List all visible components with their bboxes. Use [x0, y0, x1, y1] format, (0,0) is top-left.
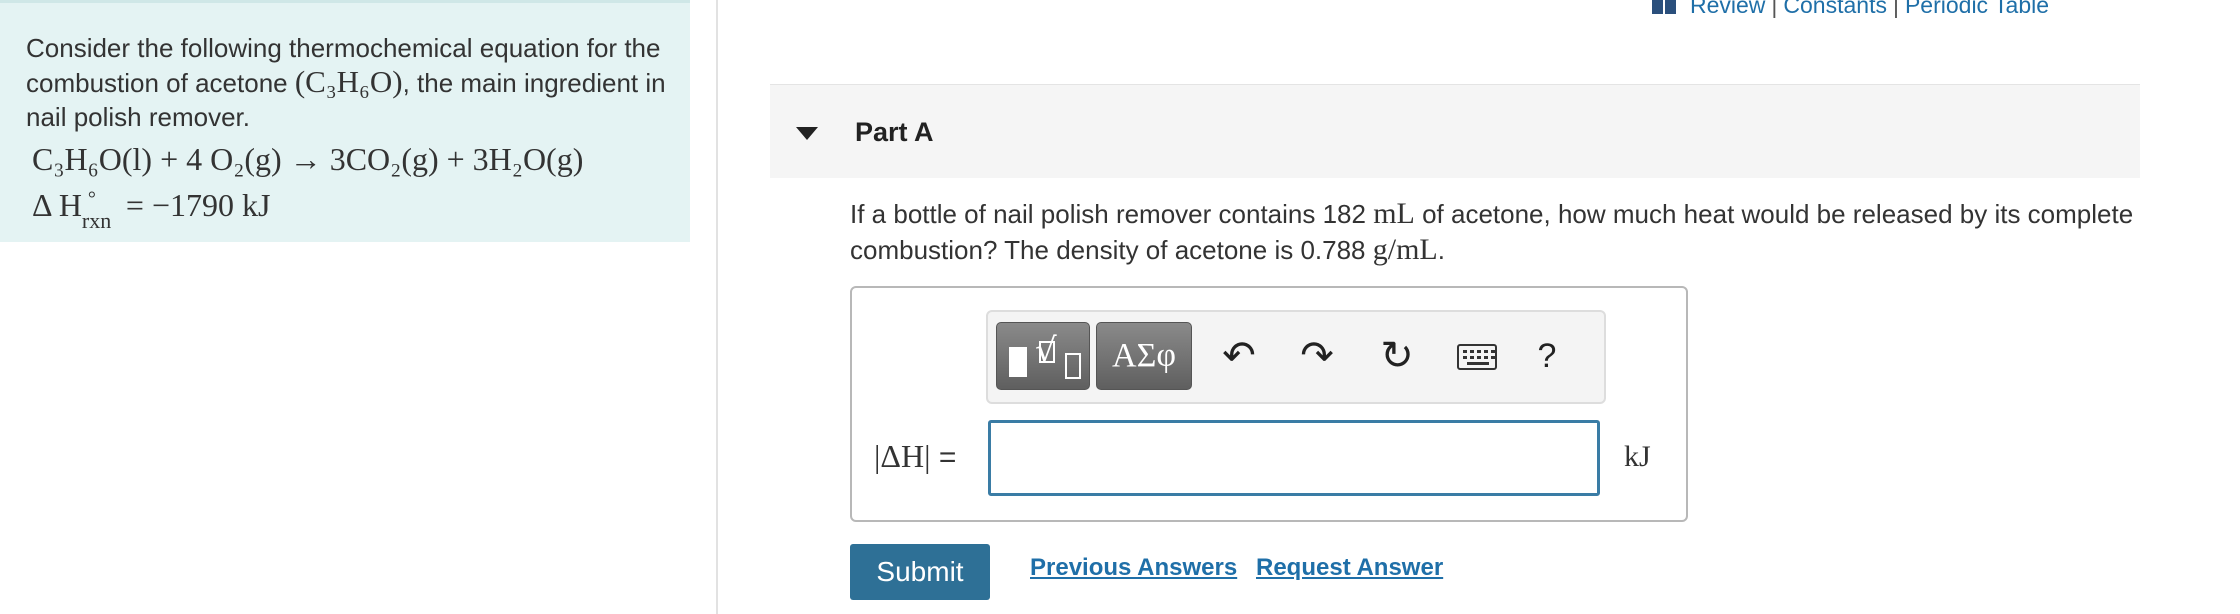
- submit-button[interactable]: Submit: [850, 544, 990, 600]
- delta-h-symbol: |ΔH|: [874, 438, 931, 474]
- reactant-acetone: C₃H₆O(l): [32, 141, 153, 177]
- equals-sign: =: [930, 441, 957, 474]
- reaction-enthalpy: Δ H ° rxn = −1790 kJ: [26, 184, 664, 233]
- enthalpy-symbol: Δ H: [32, 187, 82, 223]
- previous-answers-link[interactable]: Previous Answers: [1030, 554, 1237, 582]
- product-co2: 3CO₂(g): [329, 141, 439, 177]
- product-water: 3H₂O(g): [472, 141, 584, 177]
- answer-input[interactable]: [988, 420, 1600, 496]
- undo-icon[interactable]: ↶: [1212, 326, 1266, 386]
- reaction-arrow: →: [281, 141, 330, 177]
- rxn-subscript: rxn: [81, 208, 112, 233]
- link-separator: |: [1771, 0, 1778, 18]
- part-title: Part A: [855, 117, 934, 147]
- link-separator: |: [1892, 0, 1899, 18]
- redo-icon[interactable]: ↷: [1290, 326, 1344, 386]
- plus-sign: +: [438, 141, 473, 177]
- density-unit: g/mL: [1372, 233, 1438, 266]
- math-toolbar: √ ΑΣφ ↶ ↷ ↻ ?: [986, 310, 1606, 404]
- help-icon[interactable]: ?: [1520, 326, 1574, 386]
- caret-down-icon[interactable]: [796, 127, 818, 140]
- answer-label: |ΔH| =: [874, 438, 956, 475]
- volume-unit: mL: [1373, 197, 1415, 230]
- acetone-formula: (C₃H₆O): [294, 64, 403, 99]
- review-link[interactable]: Review: [1690, 0, 1765, 18]
- question-part-1: If a bottle of nail polish remover conta…: [850, 199, 1374, 229]
- periodic-table-link[interactable]: Periodic Table: [1905, 0, 2049, 18]
- greek-symbols-button[interactable]: ΑΣφ: [1096, 322, 1192, 390]
- keyboard-icon[interactable]: [1450, 326, 1504, 386]
- resource-links: Review | Constants | Periodic Table: [1652, 0, 2049, 19]
- answer-unit: kJ: [1624, 440, 1651, 473]
- reset-icon[interactable]: ↻: [1370, 326, 1424, 386]
- question-text: If a bottle of nail polish remover conta…: [850, 196, 2150, 268]
- answer-box: √ ΑΣφ ↶ ↷ ↻ ? |ΔH| = kJ: [850, 286, 1688, 522]
- enthalpy-value: = −1790 kJ: [125, 187, 271, 223]
- reactant-oxygen: 4 O₂(g): [186, 141, 282, 177]
- thermochemical-equation: C₃H₆O(l) + 4 O₂(g) → 3CO₂(g) + 3H₂O(g): [26, 138, 664, 180]
- request-answer-link[interactable]: Request Answer: [1256, 554, 1443, 582]
- panel-divider: [716, 0, 718, 614]
- intro-text: Consider the following thermochemical eq…: [26, 31, 676, 134]
- template-icon[interactable]: √: [996, 322, 1090, 390]
- plus-sign: +: [152, 141, 187, 177]
- constants-link[interactable]: Constants: [1783, 0, 1887, 18]
- question-part-3: .: [1437, 235, 1445, 265]
- intro-panel: Consider the following thermochemical eq…: [0, 0, 690, 242]
- part-a-header[interactable]: Part A: [770, 84, 2140, 178]
- book-icon: [1652, 0, 1676, 14]
